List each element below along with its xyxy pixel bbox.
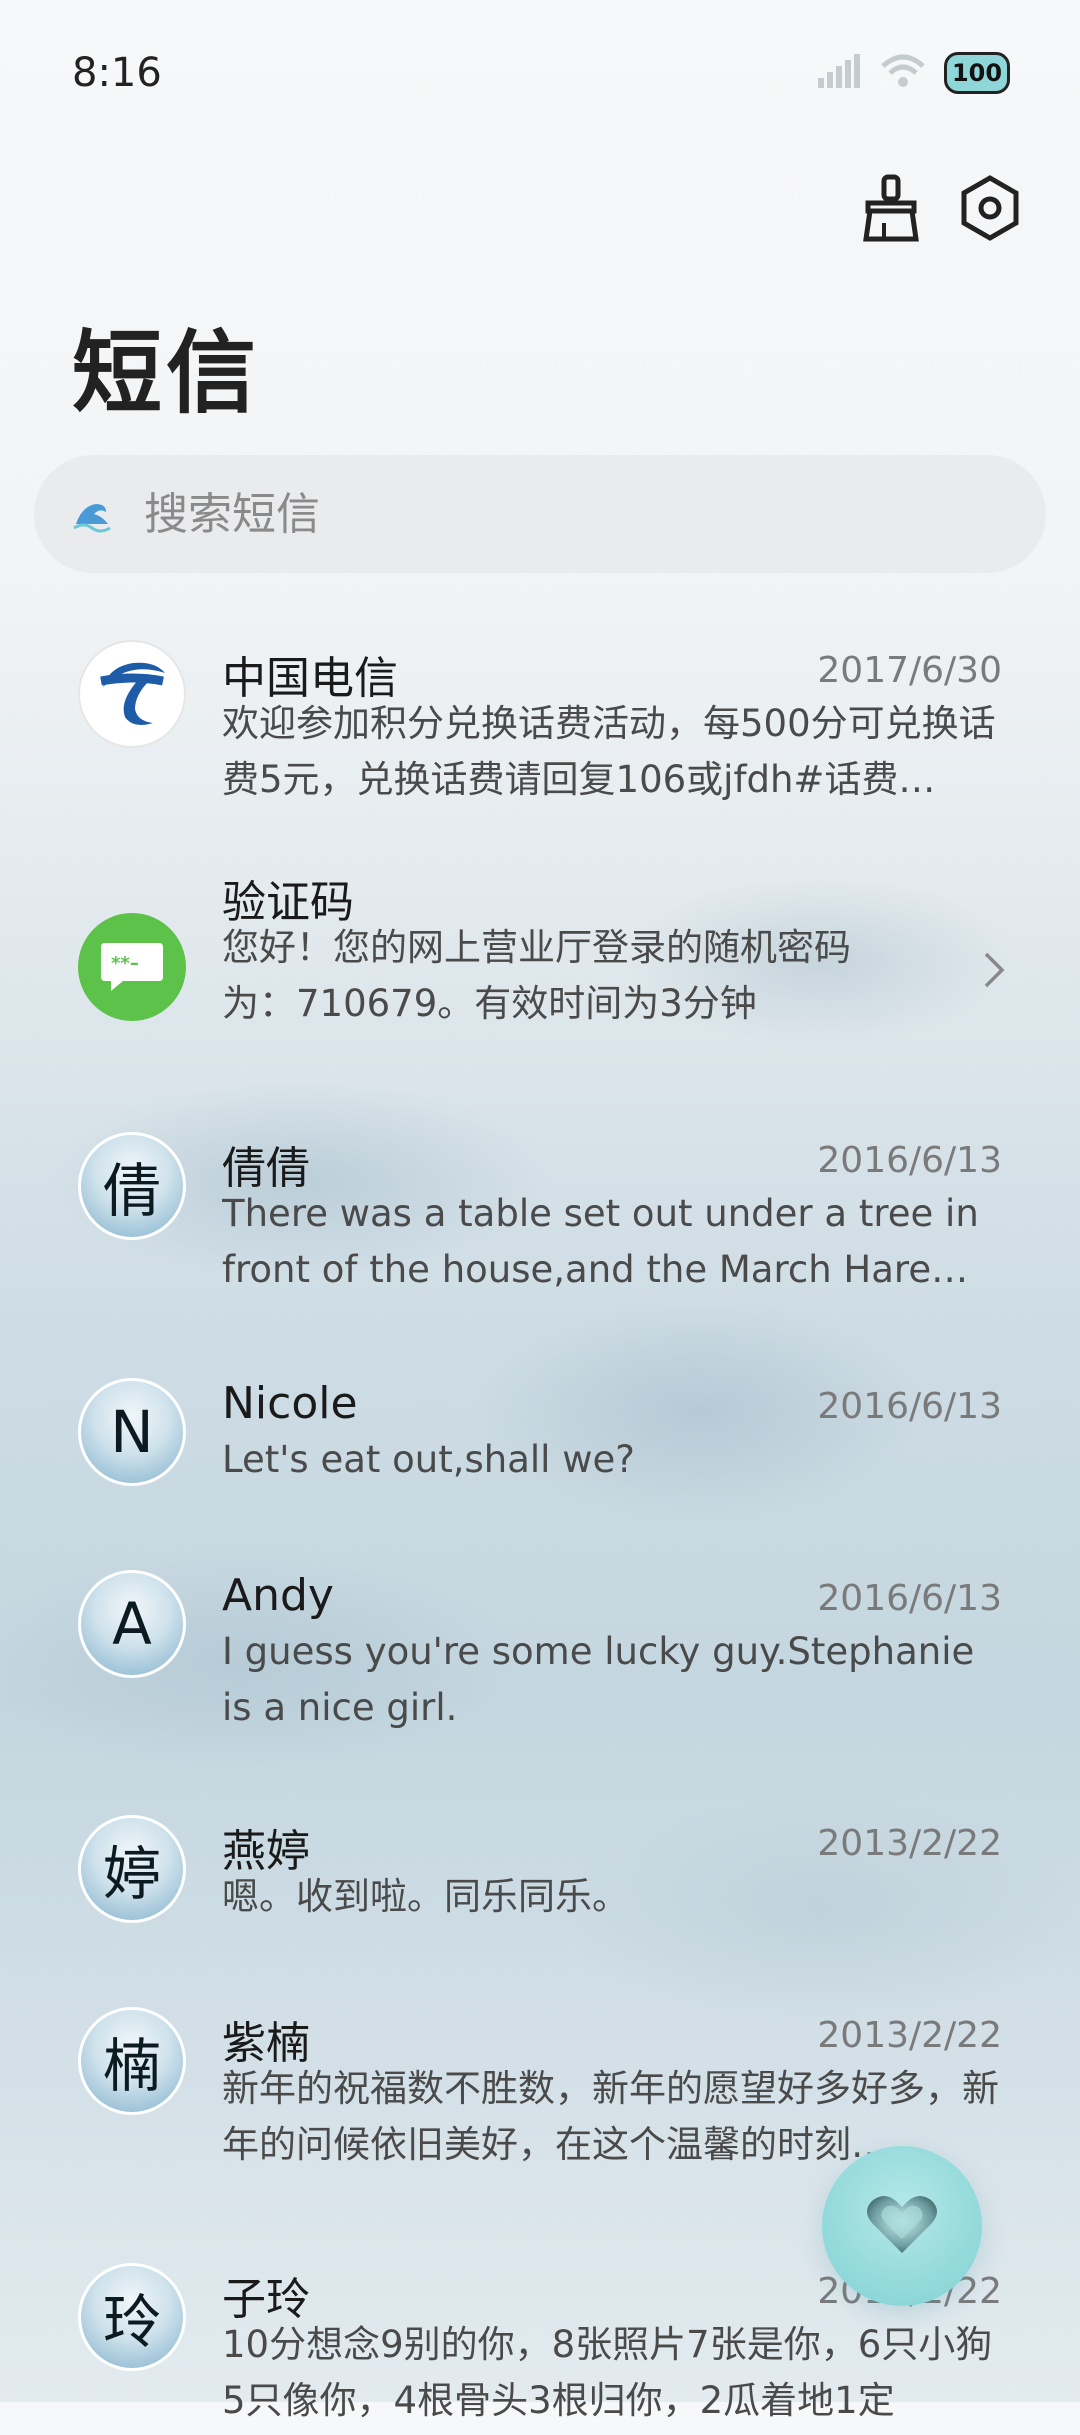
conversation-row[interactable]: 中国电信 2017/6/30 欢迎参加积分兑换话费活动，每500分可兑换话费5元… (0, 620, 1080, 820)
compose-fab-button[interactable] (822, 2146, 982, 2306)
conversation-name: Andy (222, 1570, 334, 1621)
contact-avatar: 玲 (78, 2263, 186, 2371)
conversation-date: 2016/6/13 (817, 1386, 1002, 1427)
conversation-row[interactable]: **– 验证码 您好！您的网上营业厅登录的随机密码为：710679。有效时间为3… (0, 870, 1080, 1070)
search-bar[interactable] (34, 455, 1046, 573)
conversation-row[interactable]: A Andy 2016/6/13 I guess you're some luc… (0, 1550, 1080, 1750)
conversation-date: 2013/2/22 (817, 2015, 1002, 2056)
page-title: 短信 (72, 321, 260, 426)
conversation-date: 2017/6/30 (817, 650, 1002, 691)
conversation-preview: 嗯。收到啦。同乐同乐。 (222, 1875, 629, 1918)
heart-icon (862, 2189, 942, 2263)
conversation-preview: There was a table set out under a tree i… (222, 1192, 979, 1291)
conversation-date: 2013/2/22 (817, 1823, 1002, 1864)
chevron-right-icon (982, 950, 1006, 994)
contact-avatar: 婷 (78, 1815, 186, 1923)
brush-icon (860, 173, 920, 247)
wave-search-icon (72, 494, 112, 534)
conversation-name: Nicole (222, 1378, 358, 1429)
contact-avatar: 楠 (78, 2007, 186, 2115)
conversation-row[interactable]: 婷 燕婷 2013/2/22 嗯。收到啦。同乐同乐。 (0, 1795, 1080, 1955)
conversation-preview: 欢迎参加积分兑换话费活动，每500分可兑换话费5元，兑换话费请回复106或jfd… (222, 702, 996, 801)
search-input[interactable] (142, 487, 996, 541)
conversation-preview: I guess you're some lucky guy.Stephanie … (222, 1630, 975, 1729)
signal-icon (816, 54, 862, 92)
settings-hex-icon (960, 175, 1020, 245)
clean-button[interactable] (860, 173, 920, 247)
status-icons: 100 (816, 52, 1010, 94)
wifi-icon (880, 54, 926, 92)
verification-code-icon: **– (78, 913, 186, 1021)
battery-indicator: 100 (944, 52, 1010, 94)
status-time: 8:16 (72, 50, 162, 96)
conversation-date: 2016/6/13 (817, 1578, 1002, 1619)
conversation-preview: Let's eat out,shall we? (222, 1438, 635, 1481)
contact-avatar: A (78, 1570, 186, 1678)
contact-avatar: 倩 (78, 1132, 186, 1240)
conversation-row[interactable]: N Nicole 2016/6/13 Let's eat out,shall w… (0, 1360, 1080, 1520)
conversation-preview: 10分想念9别的你，8张照片7张是你，6只小狗5只像你，4根骨头3根归你，2瓜着… (222, 2323, 993, 2422)
header-actions (860, 173, 1020, 247)
telecom-logo-icon (78, 640, 186, 748)
conversation-preview: 您好！您的网上营业厅登录的随机密码为：710679。有效时间为3分钟 (222, 926, 851, 1025)
conversation-row[interactable]: 倩 倩倩 2016/6/13 There was a table set out… (0, 1110, 1080, 1330)
status-bar: 8:16 100 (0, 0, 1080, 150)
svg-text:**–: **– (111, 953, 139, 974)
settings-button[interactable] (960, 175, 1020, 245)
conversation-date: 2016/6/13 (817, 1140, 1002, 1181)
contact-avatar: N (78, 1378, 186, 1486)
